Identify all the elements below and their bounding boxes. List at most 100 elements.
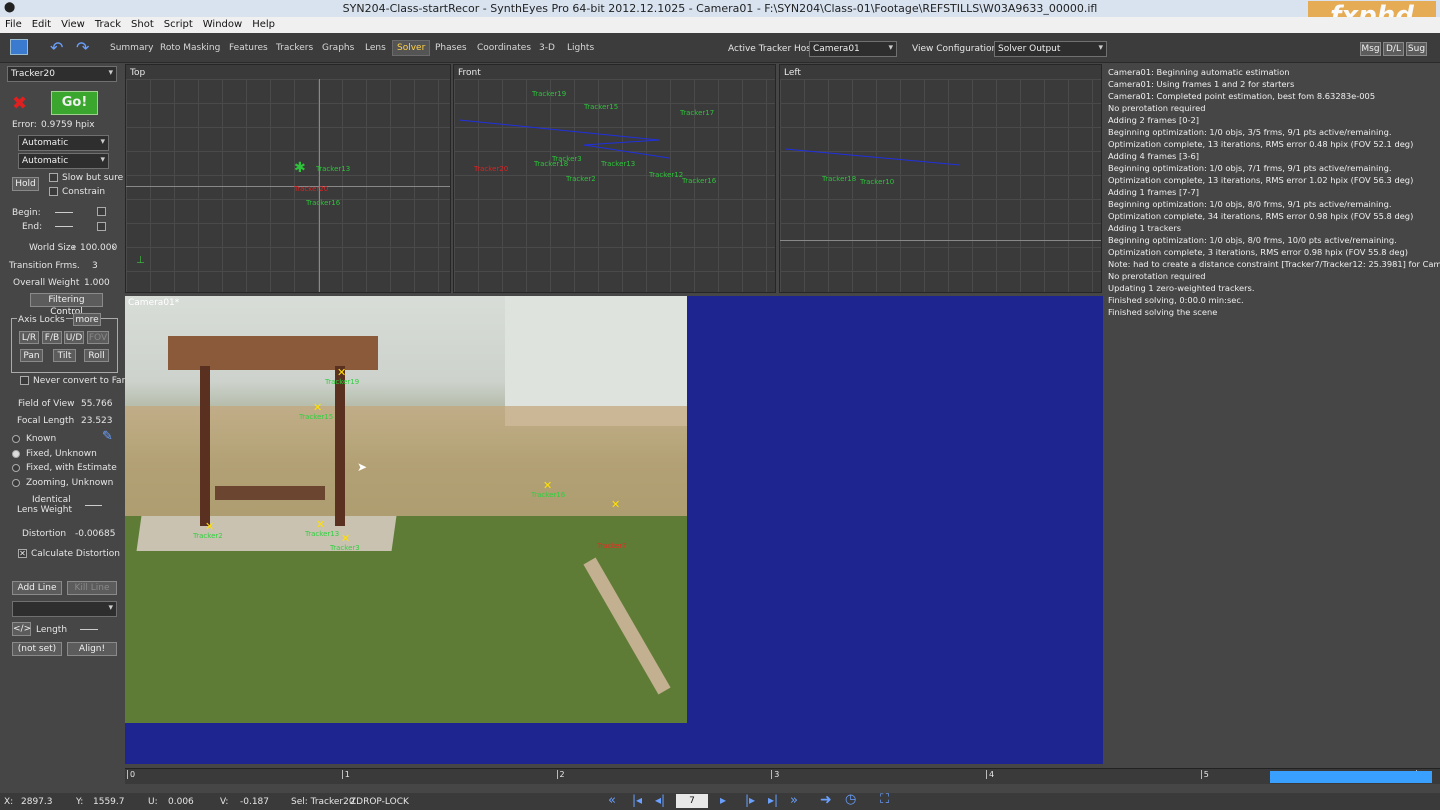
prev-frame-icon[interactable]: ◂|: [655, 793, 665, 807]
cancel-icon[interactable]: ✖: [12, 93, 27, 114]
tracker-select-dropdown[interactable]: Tracker20: [7, 66, 117, 82]
axis-locks-more-button[interactable]: more: [73, 313, 101, 326]
begin-field[interactable]: [55, 212, 73, 213]
undo-icon[interactable]: ↶: [50, 38, 63, 57]
lock-fb-button[interactable]: F/B: [42, 331, 62, 344]
overall-weight-value[interactable]: 1.000: [84, 278, 110, 288]
redo-icon[interactable]: ↷: [76, 38, 89, 57]
front-tracker-17[interactable]: Tracker17: [680, 109, 714, 117]
distortion-value[interactable]: -0.00685: [75, 529, 115, 539]
not-set-button[interactable]: (not set): [12, 642, 62, 656]
line-select-dropdown[interactable]: [12, 601, 117, 617]
lens-known-radio[interactable]: [12, 435, 20, 443]
first-frame-icon[interactable]: |◂: [632, 793, 642, 807]
tab-phases[interactable]: Phases: [435, 43, 467, 53]
constrain-checkbox[interactable]: [49, 187, 58, 196]
lens-fixed-estimate-radio[interactable]: [12, 464, 20, 472]
viewport-top[interactable]: Top Tracker20 Tracker13 Tracker16 ✱ ⊥: [125, 64, 451, 293]
top-tracker-20[interactable]: Tracker20: [294, 185, 328, 193]
dl-button[interactable]: D/L: [1383, 42, 1404, 56]
play-icon[interactable]: ▸: [720, 793, 726, 807]
menu-edit[interactable]: Edit: [27, 17, 56, 30]
never-convert-far-checkbox[interactable]: [20, 376, 29, 385]
frame-number-input[interactable]: 7: [676, 794, 708, 808]
add-line-button[interactable]: Add Line: [12, 581, 62, 595]
lock-pan-button[interactable]: Pan: [20, 349, 43, 362]
cam-tracker-16[interactable]: Tracker16: [531, 491, 565, 499]
tab-lens[interactable]: Lens: [365, 43, 386, 53]
tab-graphs[interactable]: Graphs: [322, 43, 354, 53]
last-frame-icon[interactable]: ▸|: [768, 793, 778, 807]
filtering-control-button[interactable]: Filtering Control: [30, 293, 103, 317]
msg-button[interactable]: Msg: [1360, 42, 1381, 56]
fit-view-icon[interactable]: ⛶: [880, 792, 889, 807]
step-arrow-icon[interactable]: ➜: [820, 792, 832, 808]
front-tracker-15[interactable]: Tracker15: [584, 103, 618, 111]
save-icon[interactable]: [10, 39, 28, 55]
tab-3d[interactable]: 3-D: [539, 43, 555, 53]
lens-weight-field[interactable]: [85, 505, 102, 506]
front-tracker-20[interactable]: Tracker20: [474, 165, 508, 173]
sug-button[interactable]: Sug: [1406, 42, 1427, 56]
lock-lr-button[interactable]: L/R: [19, 331, 39, 344]
menu-shot[interactable]: Shot: [126, 17, 159, 30]
front-tracker-12[interactable]: Tracker12: [649, 171, 683, 179]
left-tracker-18[interactable]: Tracker18: [822, 175, 856, 183]
menu-help[interactable]: Help: [247, 17, 280, 30]
cam-tracker-7[interactable]: Tracker7: [597, 542, 627, 550]
menu-track[interactable]: Track: [90, 17, 126, 30]
fov-value[interactable]: 55.766: [81, 399, 113, 409]
top-tracker-13[interactable]: Tracker13: [316, 165, 350, 173]
menu-window[interactable]: Window: [198, 17, 247, 30]
playback-speed-icon[interactable]: ◷: [845, 792, 856, 807]
lens-wizard-icon[interactable]: ✎: [102, 429, 113, 444]
slow-but-sure-checkbox[interactable]: [49, 173, 58, 182]
lock-ud-button[interactable]: U/D: [64, 331, 84, 344]
lens-fixed-unknown-radio[interactable]: [12, 450, 20, 458]
menu-script[interactable]: Script: [159, 17, 198, 30]
tab-summary[interactable]: Summary: [110, 43, 154, 53]
viewport-front[interactable]: Front Tracker19 Tracker15 Tracker17 Trac…: [453, 64, 776, 293]
solve-mode2-dropdown[interactable]: Automatic: [18, 153, 109, 169]
lock-roll-button[interactable]: Roll: [84, 349, 109, 362]
end-checkbox[interactable]: [97, 222, 106, 231]
tab-lights[interactable]: Lights: [567, 43, 594, 53]
menu-file[interactable]: File: [0, 17, 27, 30]
world-size-decrement-icon[interactable]: ‹: [72, 243, 76, 253]
viewport-left[interactable]: Left Tracker18 Tracker10: [779, 64, 1102, 293]
top-tracker-16[interactable]: Tracker16: [306, 199, 340, 207]
lock-tilt-button[interactable]: Tilt: [53, 349, 76, 362]
cam-tracker-3[interactable]: Tracker3: [330, 544, 360, 552]
lock-fov-button[interactable]: FOV: [87, 331, 109, 344]
focal-length-value[interactable]: 23.523: [81, 416, 113, 426]
tab-trackers[interactable]: Trackers: [276, 43, 313, 53]
front-tracker-19[interactable]: Tracker19: [532, 90, 566, 98]
kill-line-button[interactable]: Kill Line: [67, 581, 117, 595]
cam-tracker-19[interactable]: Tracker19: [325, 378, 359, 386]
next-frame-icon[interactable]: |▸: [745, 793, 755, 807]
view-config-dropdown[interactable]: Solver Output: [994, 41, 1107, 57]
end-field[interactable]: [55, 226, 73, 227]
cam-tracker-2[interactable]: Tracker2: [193, 532, 223, 540]
cam-tracker-13[interactable]: Tracker13: [305, 530, 339, 538]
rewind-icon[interactable]: «: [608, 793, 616, 808]
align-button[interactable]: Align!: [67, 642, 117, 656]
timeline-scrubber[interactable]: 0123456: [125, 768, 1440, 784]
tab-features[interactable]: Features: [229, 43, 268, 53]
tab-coordinates[interactable]: Coordinates: [477, 43, 531, 53]
go-button[interactable]: Go!: [51, 91, 98, 115]
active-tracker-host-dropdown[interactable]: Camera01: [809, 41, 897, 57]
begin-checkbox[interactable]: [97, 207, 106, 216]
cam-tracker-15[interactable]: Tracker15: [299, 413, 333, 421]
menu-view[interactable]: View: [56, 17, 90, 30]
tab-roto-masking[interactable]: Roto Masking: [160, 43, 220, 53]
front-tracker-13[interactable]: Tracker13: [601, 160, 635, 168]
lens-zooming-radio[interactable]: [12, 479, 20, 487]
hold-button[interactable]: Hold: [12, 177, 39, 191]
code-icon[interactable]: </>: [12, 622, 31, 636]
front-tracker-16[interactable]: Tracker16: [682, 177, 716, 185]
length-field[interactable]: [80, 629, 98, 630]
left-tracker-10[interactable]: Tracker10: [860, 178, 894, 186]
transition-frames-value[interactable]: 3: [92, 261, 98, 271]
calculate-distortion-checkbox[interactable]: ✕: [18, 549, 27, 558]
